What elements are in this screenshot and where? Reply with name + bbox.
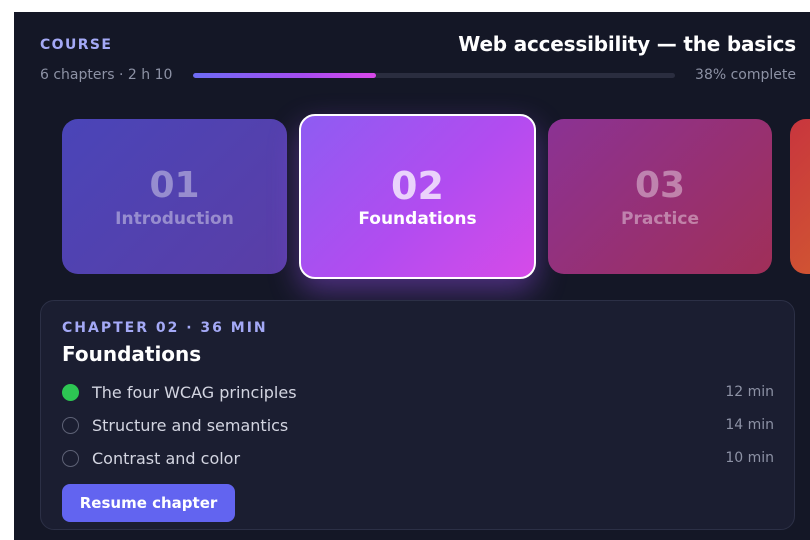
progress-bar-fill (193, 73, 377, 78)
course-card: COURSE Web accessibility — the basics 6 … (14, 12, 810, 540)
lesson-duration: 14 min (725, 417, 774, 433)
lesson-title: Structure and semantics (92, 415, 289, 435)
lesson-duration: 10 min (725, 450, 774, 466)
chapter-title: Foundations (62, 342, 202, 366)
chapter-number: 01 (149, 164, 200, 206)
chapter-tile-foundations[interactable]: 02 Foundations (299, 114, 536, 279)
chapter-number: 03 (634, 164, 686, 206)
lesson-title: Contrast and color (92, 448, 241, 468)
progress-bar (193, 73, 675, 78)
lesson-title: The four WCAG principles (92, 382, 297, 402)
resume-chapter-button[interactable]: Resume chapter (62, 484, 235, 522)
chapter-tile-introduction[interactable]: 01 Introduction (62, 119, 287, 274)
chapter-number: 02 (391, 163, 444, 208)
lesson-item[interactable]: Structure and semantics 14 min (62, 414, 774, 436)
empty-circle-icon (62, 416, 79, 434)
chapter-name: Foundations (358, 208, 477, 229)
section-eyebrow: COURSE (40, 37, 113, 53)
lesson-item[interactable]: The four WCAG principles 12 min (62, 381, 774, 403)
chapter-meta: CHAPTER 02 · 36 MIN (62, 320, 268, 336)
chapter-detail-panel: CHAPTER 02 · 36 MIN Foundations The four… (40, 300, 795, 530)
lesson-duration: 12 min (725, 384, 774, 400)
course-meta: 6 chapters · 2 h 10 (40, 67, 173, 83)
check-circle-icon (62, 383, 79, 401)
course-title: Web accessibility — the basics (458, 32, 796, 56)
empty-circle-icon (62, 449, 79, 467)
chapter-name: Practice (621, 208, 699, 229)
chapter-name: Introduction (115, 208, 234, 229)
progress-label: 38% complete (695, 67, 796, 83)
chapter-tile-next[interactable] (790, 119, 810, 274)
lesson-item[interactable]: Contrast and color 10 min (62, 447, 774, 469)
chapter-tile-practice[interactable]: 03 Practice (548, 119, 772, 274)
